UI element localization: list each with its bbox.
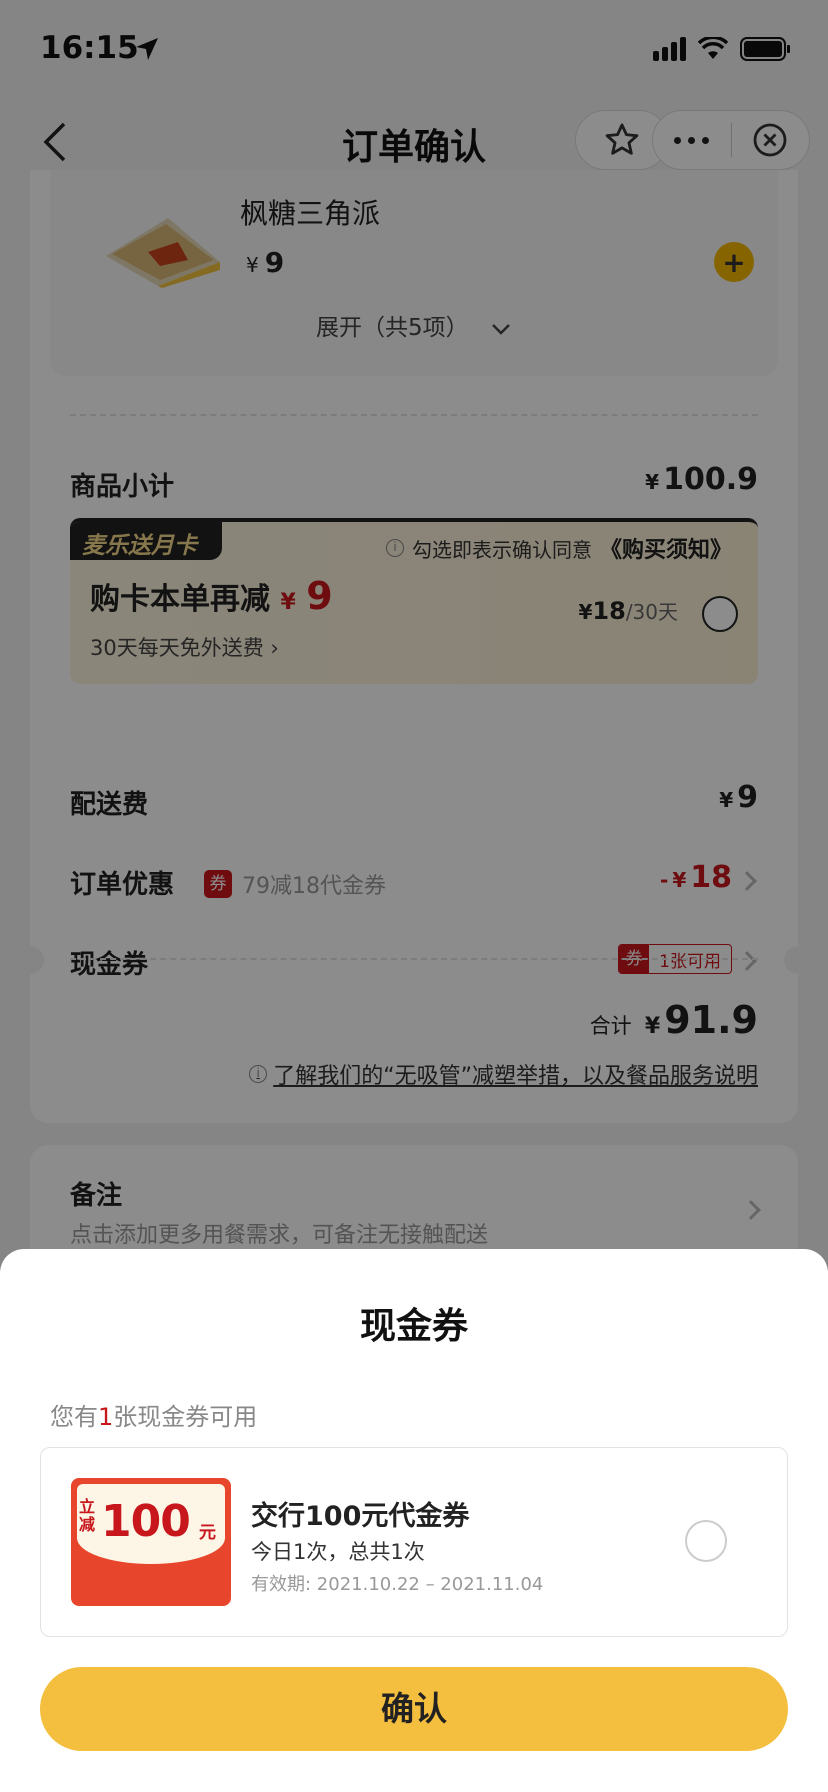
voucher-image-li: 立减 <box>79 1497 96 1534</box>
voucher-image-amount: 100 <box>101 1496 191 1547</box>
voucher-validity: 有效期: 2021.10.22 – 2021.11.04 <box>251 1574 544 1595</box>
voucher-image-unit: 元 <box>199 1523 216 1543</box>
voucher-image: 立减 100 元 <box>71 1478 231 1606</box>
sheet-title: 现金券 <box>359 1306 468 1347</box>
voucher-usage-limit: 今日1次，总共1次 <box>251 1540 425 1564</box>
voucher-select-radio[interactable] <box>685 1520 727 1562</box>
count-prefix: 您有 <box>50 1403 98 1431</box>
count-suffix: 张现金券可用 <box>113 1403 258 1431</box>
count-number: 1 <box>98 1403 114 1431</box>
voucher-name: 交行100元代金券 <box>251 1501 470 1532</box>
cash-coupon-sheet: 现金券 您有1张现金券可用 立减 100 元 交行100元代金券 今日1次，总共… <box>0 1249 828 1792</box>
coupon-count: 您有1张现金券可用 <box>50 1397 257 1432</box>
voucher-card[interactable]: 立减 100 元 交行100元代金券 今日1次，总共1次 有效期: 2021.1… <box>40 1447 788 1637</box>
confirm-button[interactable]: 确认 <box>40 1667 788 1751</box>
